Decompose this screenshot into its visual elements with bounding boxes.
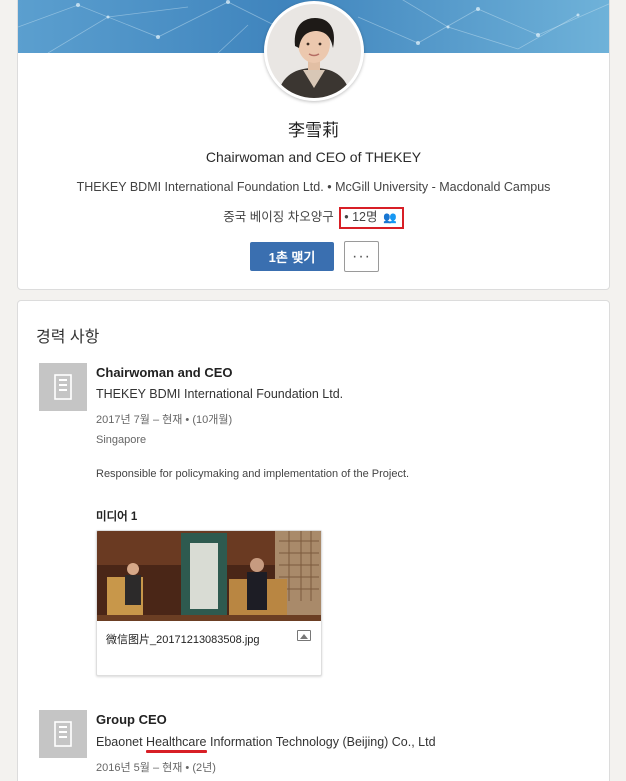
job-location: Singapore bbox=[96, 434, 147, 446]
highlighted-word: Healthcare bbox=[146, 735, 207, 749]
job-title[interactable]: Chairwoman and CEO bbox=[96, 365, 233, 380]
separator-dot: • bbox=[327, 180, 332, 194]
section-title: 경력 사항 bbox=[36, 329, 100, 346]
job-description: Responsible for policymaking and impleme… bbox=[96, 468, 410, 480]
experience-card: 경력 사항 Chairwoman and CEO THEKEY BDMI Int… bbox=[17, 300, 610, 781]
connect-button[interactable]: 1촌 맺기 bbox=[250, 242, 334, 271]
company-logo[interactable] bbox=[39, 363, 87, 411]
media-card[interactable]: 微信图片_20171213083508.jpg bbox=[96, 530, 322, 676]
profile-location-line: 중국 베이징 차오양구 • 12명 👥 bbox=[18, 206, 609, 229]
building-icon bbox=[54, 374, 72, 400]
media-label: 미디어 1 bbox=[96, 511, 138, 523]
image-icon bbox=[297, 630, 311, 641]
profile-photo[interactable] bbox=[264, 1, 364, 101]
connections-count-box[interactable]: • 12명 👥 bbox=[339, 207, 404, 229]
company-name[interactable]: THEKEY BDMI International Foundation Ltd… bbox=[96, 387, 343, 401]
people-icon: 👥 bbox=[383, 212, 397, 224]
location-text: 중국 베이징 차오양구 bbox=[223, 210, 334, 224]
more-options-button[interactable]: ··· bbox=[344, 241, 379, 272]
company-logo[interactable] bbox=[39, 710, 87, 758]
date-range: 2016년 5월 – 현재 • (2년) bbox=[96, 762, 216, 774]
date-range: 2017년 7월 – 현재 • (10개월) bbox=[96, 414, 233, 426]
separator-dot: • bbox=[344, 210, 349, 224]
company-name[interactable]: Ebaonet Healthcare Information Technolog… bbox=[96, 735, 436, 749]
job-title[interactable]: Group CEO bbox=[96, 712, 167, 727]
media-thumbnail bbox=[97, 531, 321, 621]
building-icon bbox=[54, 721, 72, 747]
profile-subline: THEKEY BDMI International Foundation Ltd… bbox=[18, 180, 609, 194]
connections-count: 12명 bbox=[352, 210, 378, 224]
school-link[interactable]: McGill University - Macdonald Campus bbox=[335, 180, 550, 194]
media-filename: 微信图片_20171213083508.jpg bbox=[106, 634, 260, 646]
profile-card: 李雪莉 Chairwoman and CEO of THEKEY THEKEY … bbox=[17, 0, 610, 290]
profile-name: 李雪莉 bbox=[288, 121, 339, 140]
current-company-link[interactable]: THEKEY BDMI International Foundation Ltd… bbox=[77, 180, 324, 194]
profile-headline: Chairwoman and CEO of THEKEY bbox=[205, 149, 422, 165]
